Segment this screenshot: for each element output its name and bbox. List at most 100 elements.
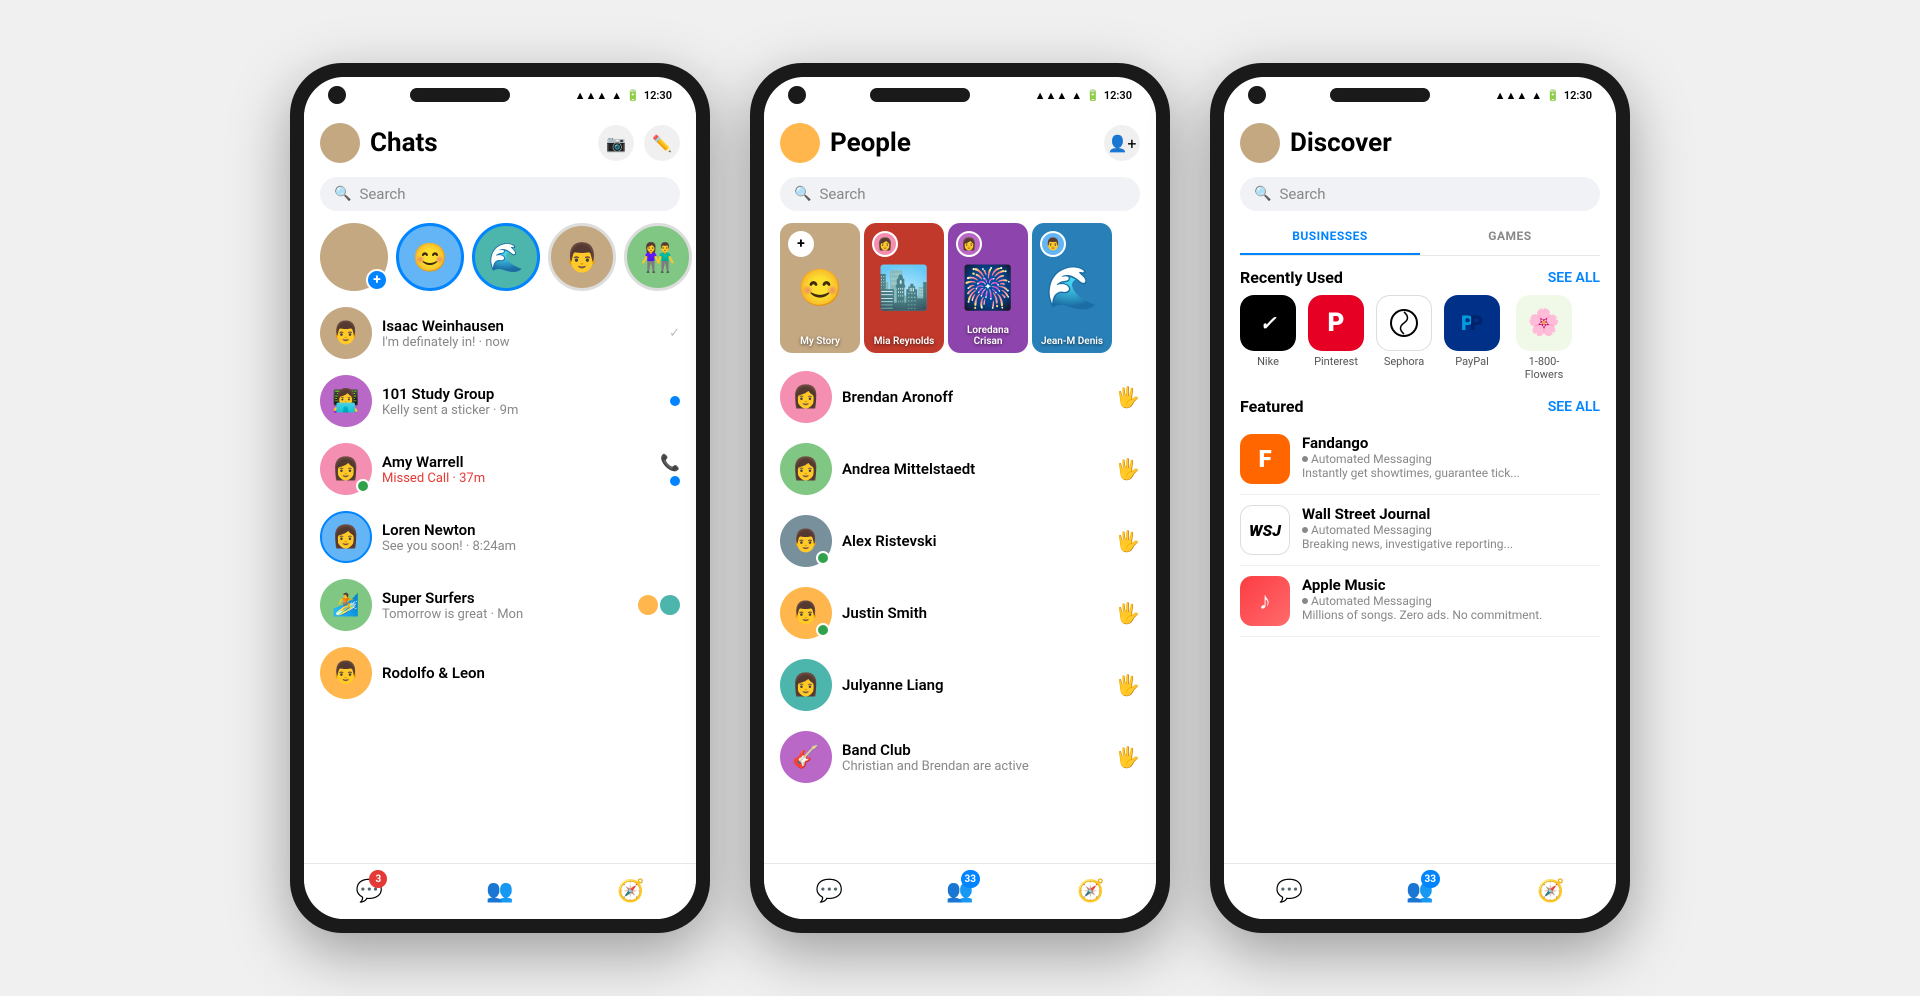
people-phone: ▲▲▲ ▲ 🔋 12:30 People 👤+ 🔍 Search bbox=[750, 63, 1170, 933]
chat-info-loren: Loren Newton See you soon! · 8:24am bbox=[382, 521, 680, 554]
nav-chats-tab[interactable]: 💬 3 bbox=[304, 864, 435, 919]
recently-used-header: Recently Used SEE ALL bbox=[1224, 264, 1616, 295]
dot-apple-music bbox=[1302, 598, 1308, 604]
chat-item-amy[interactable]: 👩 Amy Warrell Missed Call · 37m 📞 bbox=[304, 435, 696, 503]
story-avatar-4: 👫 bbox=[624, 223, 692, 291]
chat-list: 👨 Isaac Weinhausen I'm definately in! · … bbox=[304, 299, 696, 863]
nav-discover-tab[interactable]: 🧭 bbox=[1485, 864, 1616, 919]
search-icon-discover: 🔍 bbox=[1254, 186, 1271, 202]
sephora-svg bbox=[1389, 308, 1419, 338]
avatar-justin: 👨 bbox=[780, 587, 832, 639]
wave-icon-justin: 🖐️ bbox=[1115, 601, 1140, 625]
people-search-bar[interactable]: 🔍 Search bbox=[780, 177, 1140, 211]
stories-row-chats: + 😊 🌊 👨 👫 🏄 bbox=[304, 219, 696, 299]
nav-discover-tab-people[interactable]: 🧭 bbox=[1025, 864, 1156, 919]
people-item-brendan[interactable]: 👩 Brendan Aronoff 🖐️ bbox=[764, 361, 1156, 433]
featured-info-apple-music: Apple Music Automated Messaging Millions… bbox=[1302, 576, 1600, 622]
wifi-icon-discover: ▲ bbox=[1531, 89, 1542, 102]
battery-icon-discover: 🔋 bbox=[1546, 89, 1560, 102]
people-name-julyanne: Julyanne Liang bbox=[842, 676, 1105, 694]
chats-badge: 3 bbox=[369, 870, 387, 888]
app-item-nike[interactable]: ✓ Nike bbox=[1240, 295, 1296, 381]
featured-name-fandango: Fandango bbox=[1302, 434, 1600, 452]
nav-chats-tab-discover[interactable]: 💬 bbox=[1224, 864, 1355, 919]
people-item-andrea[interactable]: 👩 Andrea Mittelstaedt 🖐️ bbox=[764, 433, 1156, 505]
group-mini-avatar-1 bbox=[638, 595, 658, 615]
story-card-jeanm[interactable]: 🌊 👨 Jean-M Denis bbox=[1032, 223, 1112, 353]
people-name-band-club: Band Club bbox=[842, 741, 1105, 759]
chat-preview-loren: See you soon! · 8:24am bbox=[382, 539, 680, 554]
status-right-people: ▲▲▲ ▲ 🔋 12:30 bbox=[1035, 89, 1132, 102]
discover-search-bar[interactable]: 🔍 Search bbox=[1240, 177, 1600, 211]
story-card-mia[interactable]: 🏙️ 👩 Mia Reynolds bbox=[864, 223, 944, 353]
story-avatar-2: 🌊 bbox=[472, 223, 540, 291]
chat-item-study-group[interactable]: 👩‍💻 101 Study Group Kelly sent a sticker… bbox=[304, 367, 696, 435]
story-card-loredana[interactable]: 🎆 👩 Loredana Crisan bbox=[948, 223, 1028, 353]
my-story-plus-icon: + bbox=[788, 231, 814, 257]
chat-item-loren[interactable]: 👩 Loren Newton See you soon! · 8:24am bbox=[304, 503, 696, 571]
tab-businesses[interactable]: BUSINESSES bbox=[1240, 219, 1420, 255]
search-icon-chats: 🔍 bbox=[334, 186, 351, 202]
nav-discover-tab-chats[interactable]: 🧭 bbox=[565, 864, 696, 919]
app-icon-pinterest: P bbox=[1308, 295, 1364, 351]
user-avatar-people[interactable] bbox=[780, 123, 820, 163]
camera-dot bbox=[328, 86, 346, 104]
chat-preview-super-surfers: Tomorrow is great · Mon bbox=[382, 607, 628, 622]
nav-people-tab-chats[interactable]: 👥 bbox=[435, 864, 566, 919]
people-item-julyanne[interactable]: 👩 Julyanne Liang 🖐️ bbox=[764, 649, 1156, 721]
story-avatar-3: 👨 bbox=[548, 223, 616, 291]
app-icon-flowers: 🌸 bbox=[1516, 295, 1572, 351]
featured-info-fandango: Fandango Automated Messaging Instantly g… bbox=[1302, 434, 1600, 480]
nav-people-tab-discover[interactable]: 👥 33 bbox=[1355, 864, 1486, 919]
story-item-3[interactable]: 👨 bbox=[548, 223, 616, 291]
people-item-band-club[interactable]: 🎸 Band Club Christian and Brendan are ac… bbox=[764, 721, 1156, 793]
app-item-paypal[interactable]: PP PayPal bbox=[1444, 295, 1500, 381]
user-avatar-discover[interactable] bbox=[1240, 123, 1280, 163]
my-story-card[interactable]: 😊 + My Story bbox=[780, 223, 860, 353]
discover-people-badge: 33 bbox=[1421, 870, 1440, 888]
app-item-flowers[interactable]: 🌸 1-800-Flowers bbox=[1512, 295, 1576, 381]
people-item-alex[interactable]: 👨 Alex Ristevski 🖐️ bbox=[764, 505, 1156, 577]
app-name-pinterest: Pinterest bbox=[1314, 355, 1358, 368]
compose-button[interactable]: ✏️ bbox=[644, 125, 680, 161]
notch-discover bbox=[1330, 88, 1430, 102]
phone-screen-people: ▲▲▲ ▲ 🔋 12:30 People 👤+ 🔍 Search bbox=[764, 77, 1156, 919]
app-icon-paypal: PP bbox=[1444, 295, 1500, 351]
story-item-2[interactable]: 🌊 bbox=[472, 223, 540, 291]
story-item-4[interactable]: 👫 bbox=[624, 223, 692, 291]
people-name-andrea: Andrea Mittelstaedt bbox=[842, 460, 1105, 478]
story-avatar-1: 😊 bbox=[396, 223, 464, 291]
chat-info-amy: Amy Warrell Missed Call · 37m bbox=[382, 453, 650, 486]
tab-games[interactable]: GAMES bbox=[1420, 219, 1600, 255]
user-avatar-chats[interactable] bbox=[320, 123, 360, 163]
story-item-1[interactable]: 😊 bbox=[396, 223, 464, 291]
chat-item-isaac[interactable]: 👨 Isaac Weinhausen I'm definately in! · … bbox=[304, 299, 696, 367]
status-bar-people: ▲▲▲ ▲ 🔋 12:30 bbox=[764, 77, 1156, 113]
recently-used-see-all[interactable]: SEE ALL bbox=[1548, 270, 1600, 286]
nav-chats-tab-people[interactable]: 💬 bbox=[764, 864, 895, 919]
featured-item-apple-music[interactable]: ♪ Apple Music Automated Messaging Millio… bbox=[1240, 566, 1600, 637]
featured-item-wsj[interactable]: WSJ Wall Street Journal Automated Messag… bbox=[1240, 495, 1600, 566]
featured-see-all[interactable]: SEE ALL bbox=[1548, 399, 1600, 415]
chats-header-actions: 📷 ✏️ bbox=[598, 125, 680, 161]
story-avatar-jeanm: 👨 bbox=[1040, 231, 1066, 257]
avatar-super-surfers: 🏄 bbox=[320, 579, 372, 631]
people-header-actions: 👤+ bbox=[1104, 125, 1140, 161]
chat-item-rodolfo[interactable]: 👨 Rodolfo & Leon bbox=[304, 639, 696, 707]
online-dot-justin bbox=[816, 623, 830, 637]
featured-item-fandango[interactable]: F Fandango Automated Messaging Instantly… bbox=[1240, 424, 1600, 495]
story-label-jeanm: Jean-M Denis bbox=[1036, 336, 1108, 347]
app-item-pinterest[interactable]: P Pinterest bbox=[1308, 295, 1364, 381]
people-item-justin[interactable]: 👨 Justin Smith 🖐️ bbox=[764, 577, 1156, 649]
app-item-sephora[interactable]: Sephora bbox=[1376, 295, 1432, 381]
people-title: People bbox=[830, 128, 1104, 158]
camera-button[interactable]: 📷 bbox=[598, 125, 634, 161]
nav-people-tab[interactable]: 👥 33 bbox=[895, 864, 1026, 919]
wifi-icon-people: ▲ bbox=[1071, 89, 1082, 102]
chat-item-super-surfers[interactable]: 🏄 Super Surfers Tomorrow is great · Mon bbox=[304, 571, 696, 639]
wifi-icon: ▲ bbox=[611, 89, 622, 102]
add-story-item[interactable]: + bbox=[320, 223, 388, 291]
add-person-button[interactable]: 👤+ bbox=[1104, 125, 1140, 161]
recently-used-title: Recently Used bbox=[1240, 268, 1343, 287]
chats-search-bar[interactable]: 🔍 Search bbox=[320, 177, 680, 211]
